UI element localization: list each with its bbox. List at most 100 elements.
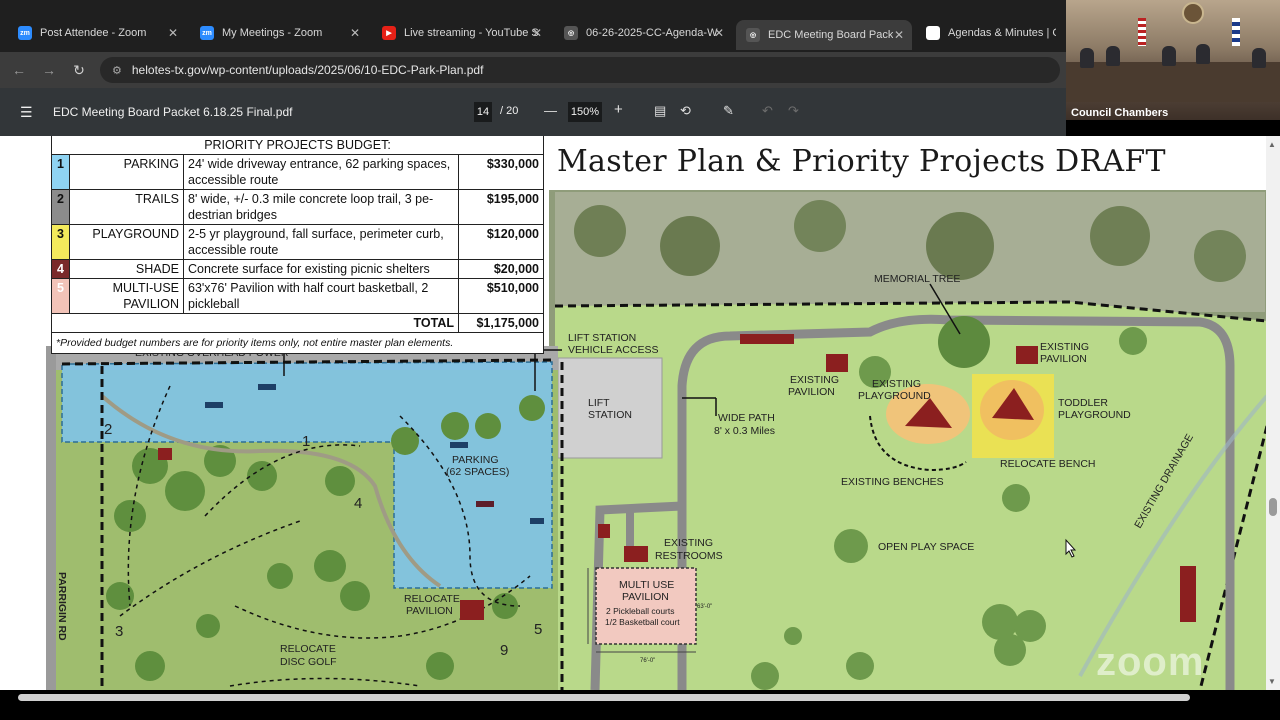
browser-toolbar: ← → ↻ ⚙ helotes-tx.gov/wp-content/upload… bbox=[0, 52, 1066, 88]
tree bbox=[751, 662, 779, 690]
forward-icon[interactable]: → bbox=[34, 62, 64, 78]
page-number-input[interactable]: 14 bbox=[474, 102, 492, 122]
row-number: 3 bbox=[51, 224, 70, 260]
label-existing-pavilion-2: EXISTING bbox=[1040, 341, 1089, 353]
reload-icon[interactable]: ↻ bbox=[64, 62, 94, 79]
row-number: 5 bbox=[51, 278, 70, 314]
total-amount: $1,175,000 bbox=[458, 313, 544, 333]
tree bbox=[247, 461, 277, 491]
close-icon[interactable]: ✕ bbox=[894, 28, 904, 42]
close-icon[interactable]: ✕ bbox=[168, 26, 178, 40]
label-relocate-bench: RELOCATE BENCH bbox=[1000, 458, 1096, 470]
pdf-toolbar: ☰ EDC Meeting Board Packet 6.18.25 Final… bbox=[0, 88, 1066, 136]
row-description: 2-5 yr playground, fall surface, perimet… bbox=[183, 224, 459, 260]
row-description: 63'x76' Pavilion with half court basketb… bbox=[183, 278, 459, 314]
label-existing-playground: EXISTING bbox=[872, 378, 921, 390]
label-wide-path: 8' x 0.3 Miles bbox=[714, 425, 775, 437]
pdf-page: EXISTING OVERHEAD POWER LIFT STATION VEH… bbox=[0, 136, 1280, 690]
tree bbox=[441, 412, 469, 440]
row-amount: $195,000 bbox=[458, 189, 544, 225]
tree bbox=[475, 413, 501, 439]
marker-2: 2 bbox=[104, 421, 112, 438]
label-relocate-pavilion: RELOCATE bbox=[404, 593, 460, 605]
menu-icon[interactable]: ☰ bbox=[20, 104, 33, 121]
tab-edc-meeting-board-packet[interactable]: ◎ EDC Meeting Board Packet ✕ bbox=[736, 20, 912, 50]
label-open-play-space: OPEN PLAY SPACE bbox=[878, 541, 974, 553]
label-multi-use-pavilion: MULTI USE bbox=[619, 579, 674, 591]
tree bbox=[794, 200, 846, 252]
label-toddler-playground: PLAYGROUND bbox=[1058, 409, 1131, 421]
tab-agendas-minutes[interactable]: Agendas & Minutes | City o bbox=[916, 18, 1066, 48]
annotate-icon[interactable]: ✎ bbox=[723, 103, 734, 119]
tree bbox=[325, 466, 355, 496]
video-feed-council-chambers[interactable]: Council Chambers bbox=[1066, 0, 1280, 120]
plan-title: Master Plan & Priority Projects DRAFT bbox=[557, 144, 1166, 179]
tree bbox=[426, 652, 454, 680]
table-row: 3 PLAYGROUND 2-5 yr playground, fall sur… bbox=[51, 224, 544, 260]
rotate-icon[interactable]: ⟲ bbox=[680, 103, 691, 119]
vertical-scrollbar[interactable]: ▲ ▼ bbox=[1266, 136, 1280, 690]
car bbox=[258, 384, 276, 390]
tab-post-attendee-zoom[interactable]: zm Post Attendee - Zoom ✕ bbox=[8, 18, 186, 48]
tab-my-meetings-zoom[interactable]: zm My Meetings - Zoom ✕ bbox=[190, 18, 368, 48]
car bbox=[530, 518, 544, 524]
dimension-76: 76'-0" bbox=[640, 658, 655, 664]
person bbox=[1106, 46, 1120, 66]
undo-icon[interactable]: ↶ bbox=[762, 103, 773, 119]
tree bbox=[1119, 327, 1147, 355]
person bbox=[1196, 44, 1210, 64]
row-amount: $20,000 bbox=[458, 259, 544, 279]
tab-title: Agendas & Minutes | City o bbox=[948, 27, 1056, 39]
existing-restrooms bbox=[624, 546, 648, 562]
memorial-tree bbox=[938, 316, 990, 368]
table-row: 1 PARKING 24' wide driveway entrance, 62… bbox=[51, 154, 544, 190]
zoom-level-input[interactable]: 150% bbox=[568, 102, 602, 122]
car bbox=[205, 402, 223, 408]
vertical-scroll-thumb[interactable] bbox=[1269, 498, 1277, 516]
horizontal-scrollbar[interactable] bbox=[0, 690, 1280, 720]
car bbox=[450, 442, 468, 448]
label-existing-pavilion: PAVILION bbox=[788, 386, 835, 398]
back-icon[interactable]: ← bbox=[4, 62, 34, 78]
address-bar[interactable]: ⚙ helotes-tx.gov/wp-content/uploads/2025… bbox=[100, 57, 1060, 83]
priority-projects-budget-table: PRIORITY PROJECTS BUDGET: 1 PARKING 24' … bbox=[51, 136, 544, 354]
label-multi-use-pavilion: PAVILION bbox=[622, 591, 669, 603]
tree bbox=[834, 529, 868, 563]
person bbox=[1080, 48, 1094, 68]
globe-icon: ◎ bbox=[746, 28, 760, 42]
youtube-icon: ▶ bbox=[382, 26, 396, 40]
row-description: 8' wide, +/- 0.3 mile concrete loop trai… bbox=[183, 189, 459, 225]
marker-5: 5 bbox=[534, 621, 542, 638]
tab-youtube-live[interactable]: ▶ Live streaming - YouTube S ✕ bbox=[372, 18, 550, 48]
label-lift-station-access: LIFT STATION bbox=[568, 332, 636, 344]
tree bbox=[660, 216, 720, 276]
site-info-icon[interactable]: ⚙ bbox=[112, 64, 122, 77]
row-category: SHADE bbox=[69, 259, 184, 279]
tree bbox=[846, 652, 874, 680]
label-lift-station: LIFT bbox=[588, 397, 610, 409]
redo-icon[interactable]: ↷ bbox=[788, 103, 799, 119]
scroll-up-icon[interactable]: ▲ bbox=[1268, 140, 1276, 149]
tab-title: My Meetings - Zoom bbox=[222, 27, 323, 39]
zoom-in-button[interactable]: + bbox=[614, 101, 623, 118]
flag bbox=[1138, 18, 1146, 46]
tree bbox=[314, 550, 346, 582]
label-basketball: 1/2 Basketball court bbox=[605, 617, 680, 627]
tree bbox=[1194, 230, 1246, 282]
table-row-total: TOTAL $1,175,000 bbox=[51, 313, 544, 333]
tab-cc-agenda[interactable]: ◎ 06-26-2025-CC-Agenda-W ✕ bbox=[554, 18, 732, 48]
tab-title: Live streaming - YouTube S bbox=[404, 27, 539, 39]
horizontal-scroll-thumb[interactable] bbox=[18, 694, 1190, 701]
tree bbox=[1002, 484, 1030, 512]
close-icon[interactable]: ✕ bbox=[714, 26, 724, 40]
close-icon[interactable]: ✕ bbox=[350, 26, 360, 40]
tree bbox=[165, 471, 205, 511]
zoom-out-button[interactable]: — bbox=[544, 103, 557, 118]
page-total: / 20 bbox=[500, 105, 519, 117]
page-icon bbox=[926, 26, 940, 40]
car bbox=[476, 501, 494, 507]
scroll-down-icon[interactable]: ▼ bbox=[1268, 677, 1276, 686]
fit-page-icon[interactable]: ▤ bbox=[654, 103, 666, 119]
row-category: PARKING bbox=[69, 154, 184, 190]
close-icon[interactable]: ✕ bbox=[532, 26, 542, 40]
